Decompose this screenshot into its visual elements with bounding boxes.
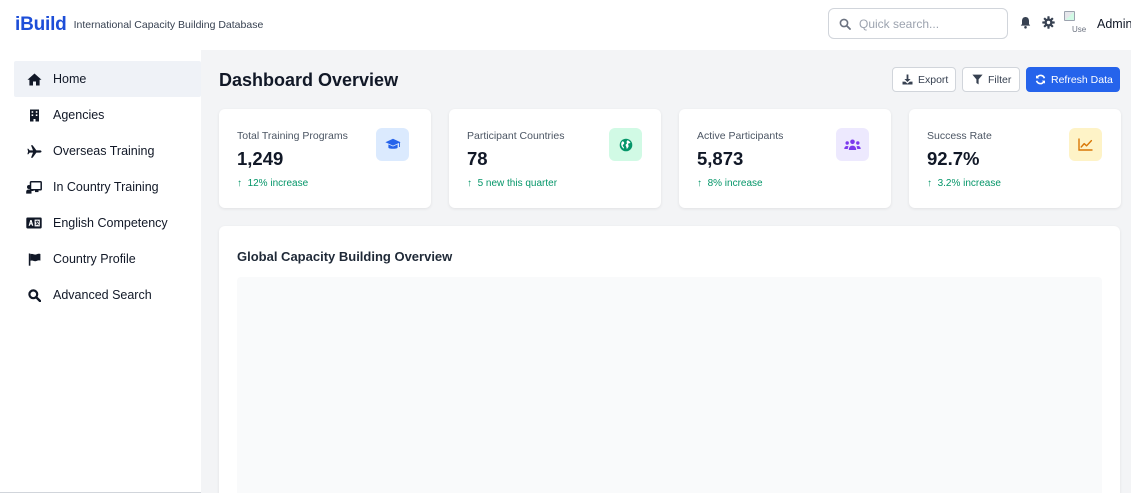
search-icon [26, 288, 42, 302]
stat-trend-text: 12% increase [247, 178, 309, 189]
stat-trend: ↑ 3.2% increase [927, 178, 1001, 189]
sidebar-item-home[interactable]: Home [14, 61, 201, 97]
chalkboard-teacher-icon [26, 180, 42, 194]
sidebar-item-label: Home [53, 72, 87, 86]
chart-line-icon [1069, 128, 1102, 161]
stat-value: 5,873 [697, 148, 744, 169]
stat-trend-text: 3.2% increase [937, 178, 1001, 189]
sidebar-item-label: English Competency [53, 216, 168, 230]
bell-icon[interactable] [1018, 15, 1032, 29]
brand-logo[interactable]: iBuild [15, 14, 67, 36]
sidebar-item-advanced-search[interactable]: Advanced Search [14, 277, 201, 313]
language-icon [26, 216, 42, 230]
users-icon [836, 128, 869, 161]
brand-subtitle: International Capacity Building Database [73, 19, 264, 31]
page-title: Dashboard Overview [219, 70, 399, 90]
refresh-icon [1035, 74, 1046, 85]
sidebar: Home Agencies Overseas Training In Count… [0, 50, 201, 493]
filter-button[interactable]: Filter [962, 67, 1020, 92]
stat-value: 1,249 [237, 148, 284, 169]
sidebar-item-overseas-training[interactable]: Overseas Training [14, 133, 201, 169]
stat-label: Total Training Programs [237, 130, 348, 142]
home-icon [26, 72, 42, 86]
search-input[interactable] [859, 16, 999, 31]
avatar-alt-text: Use [1072, 25, 1087, 34]
user-name[interactable]: Admin [1097, 17, 1131, 31]
filter-label: Filter [988, 73, 1012, 86]
refresh-label: Refresh Data [1051, 73, 1113, 86]
stat-label: Active Participants [697, 130, 784, 142]
overview-chart-area [237, 277, 1102, 493]
flag-icon [26, 252, 42, 266]
globe-icon [609, 128, 642, 161]
building-icon [26, 108, 42, 122]
global-overview-panel: Global Capacity Building Overview [219, 226, 1120, 493]
stat-card-active-participants: Active Participants 5,873 ↑ 8% increase [679, 109, 891, 208]
stat-card-success-rate: Success Rate 92.7% ↑ 3.2% increase [909, 109, 1121, 208]
sidebar-item-agencies[interactable]: Agencies [14, 97, 201, 133]
panel-title: Global Capacity Building Overview [237, 249, 453, 264]
plane-icon [26, 144, 42, 158]
export-button[interactable]: Export [892, 67, 956, 92]
graduation-cap-icon [376, 128, 409, 161]
sidebar-item-english-competency[interactable]: English Competency [14, 205, 201, 241]
sidebar-item-country-profile[interactable]: Country Profile [14, 241, 201, 277]
sidebar-item-label: Agencies [53, 108, 105, 122]
sidebar-item-in-country-training[interactable]: In Country Training [14, 169, 201, 205]
avatar[interactable]: Use [1064, 11, 1088, 35]
gear-icon[interactable] [1041, 15, 1055, 29]
stat-trend: ↑ 8% increase [697, 178, 763, 189]
stat-label: Success Rate [927, 130, 992, 142]
filter-icon [972, 74, 983, 85]
sidebar-item-label: Overseas Training [53, 144, 155, 158]
sidebar-item-label: Advanced Search [53, 288, 152, 302]
download-icon [902, 74, 913, 85]
stat-trend-text: 5 new this quarter [477, 178, 558, 189]
search-icon [839, 18, 851, 30]
stat-card-participant-countries: Participant Countries 78 ↑ 5 new this qu… [449, 109, 661, 208]
stat-label: Participant Countries [467, 130, 565, 142]
stat-trend: ↑ 5 new this quarter [467, 178, 558, 189]
quick-search[interactable] [828, 8, 1008, 39]
stat-card-training-programs: Total Training Programs 1,249 ↑ 12% incr… [219, 109, 431, 208]
sidebar-item-label: Country Profile [53, 252, 136, 266]
stat-value: 78 [467, 148, 488, 169]
stat-trend-text: 8% increase [707, 178, 763, 189]
export-label: Export [918, 73, 949, 86]
sidebar-item-label: In Country Training [53, 180, 159, 194]
refresh-data-button[interactable]: Refresh Data [1026, 67, 1120, 92]
broken-image-icon [1064, 11, 1075, 21]
stat-trend: ↑ 12% increase [237, 178, 309, 189]
stat-value: 92.7% [927, 148, 980, 169]
